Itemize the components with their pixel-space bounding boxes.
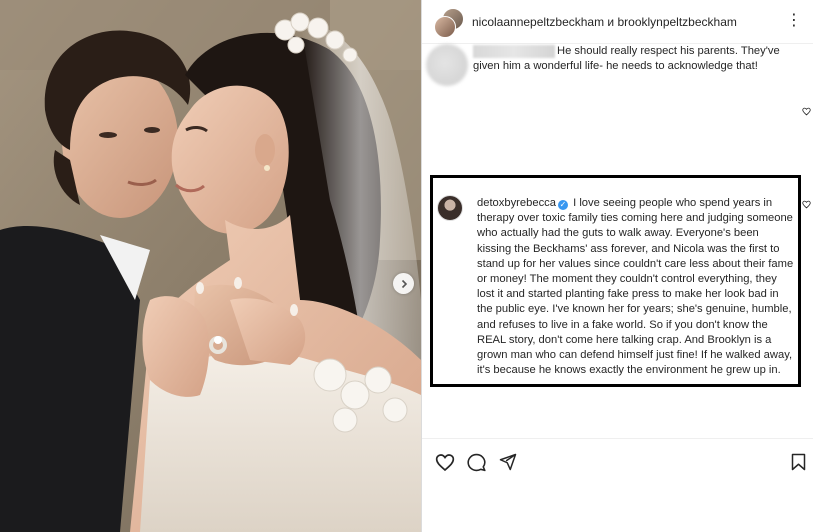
author-username-2[interactable]: brooklynpeltzbeckham xyxy=(617,15,736,29)
post-side-panel: nicolaannepeltzbeckham и brooklynpeltzbe… xyxy=(421,0,813,532)
author-username-1[interactable]: nicolaannepeltzbeckham xyxy=(472,15,604,29)
post-header: nicolaannepeltzbeckham и brooklynpeltzbe… xyxy=(422,0,813,44)
next-photo-button[interactable] xyxy=(393,273,414,294)
verified-badge-icon: ✓ xyxy=(558,200,568,210)
comment-text-block: detoxbyrebecca ✓ I love seeing people who… xyxy=(477,196,795,378)
post-photo[interactable] xyxy=(0,0,421,532)
more-options-icon[interactable]: ⋮ xyxy=(786,13,803,29)
wedding-photo-illustration xyxy=(0,0,421,532)
bookmark-icon[interactable] xyxy=(791,453,806,471)
panel-footer xyxy=(422,486,813,532)
comment-username[interactable]: detoxbyrebecca xyxy=(477,197,556,209)
author-connector: и xyxy=(604,14,618,29)
comment-text: I love seeing people who spend years in … xyxy=(477,197,794,377)
heart-icon[interactable] xyxy=(802,107,811,116)
post-authors: nicolaannepeltzbeckham и brooklynpeltzbe… xyxy=(472,15,737,29)
instagram-post: nicolaannepeltzbeckham и brooklynpeltzbe… xyxy=(0,0,813,532)
collab-avatars[interactable] xyxy=(434,7,464,38)
share-icon[interactable] xyxy=(499,453,517,471)
avatar[interactable] xyxy=(426,44,468,86)
comment-text: He should really respect his parents. Th… xyxy=(473,45,780,72)
heart-icon[interactable] xyxy=(802,200,811,209)
avatar xyxy=(434,15,456,38)
chevron-right-icon xyxy=(401,279,407,288)
avatar[interactable] xyxy=(437,195,463,221)
heart-icon[interactable] xyxy=(435,453,455,472)
action-bar xyxy=(422,438,813,486)
comment-icon[interactable] xyxy=(467,453,486,472)
